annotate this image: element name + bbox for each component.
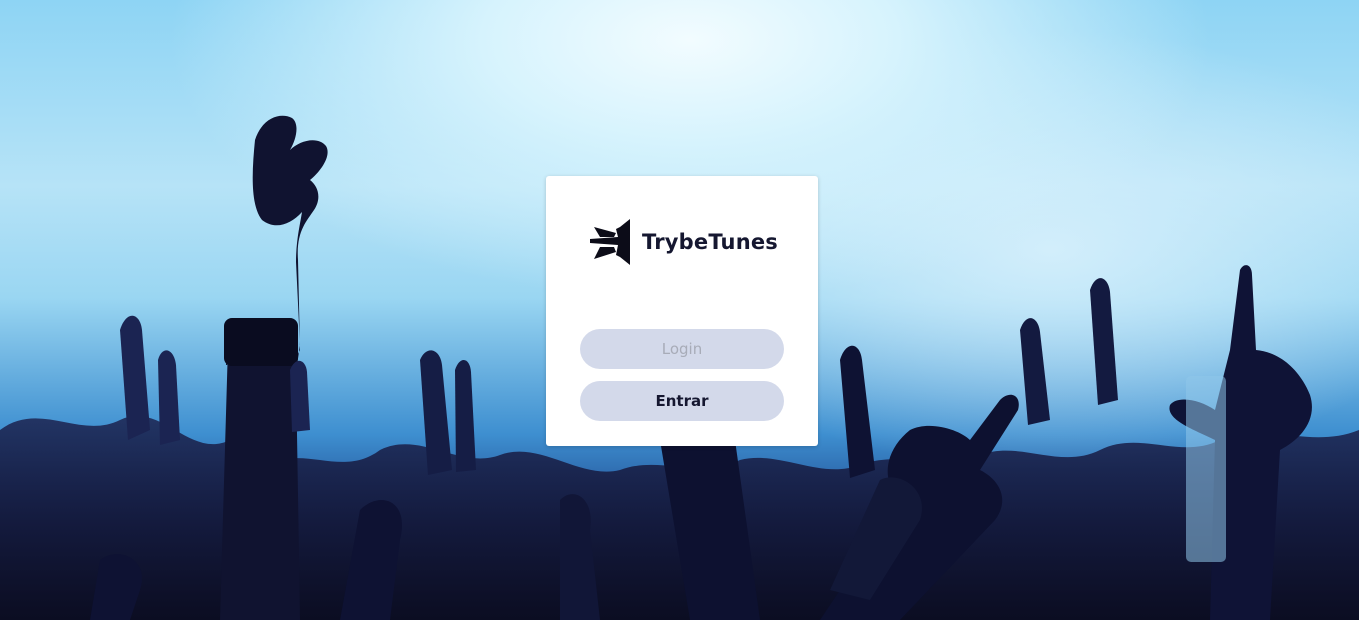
trybetunes-logo-icon: [590, 219, 630, 265]
login-card: TrybeTunes Entrar: [546, 176, 818, 446]
brand-name: TrybeTunes: [642, 230, 778, 254]
enter-button[interactable]: Entrar: [580, 381, 784, 421]
brand-header: TrybeTunes: [590, 219, 778, 265]
login-input[interactable]: [580, 329, 784, 369]
